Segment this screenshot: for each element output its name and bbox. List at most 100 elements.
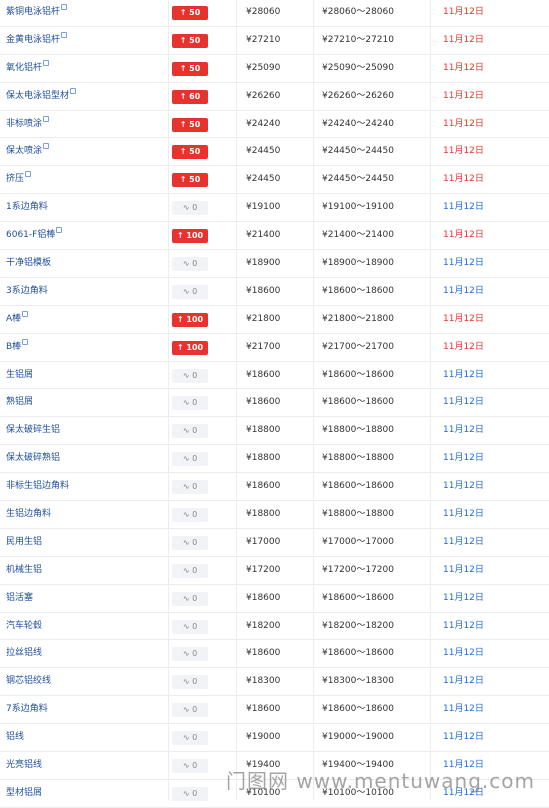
product-name-link[interactable]: 铝线 (6, 724, 24, 752)
product-name-link[interactable]: 民用生铝 (6, 529, 42, 557)
product-name-link[interactable]: 型材铝屑 (6, 780, 42, 808)
quote-date: 11月12日 (443, 202, 484, 213)
product-name-link[interactable]: 1系边角料 (6, 194, 48, 222)
table-row: 6061-F铝棒 ↑ 100 ¥21400 ¥21400～21400 11月12日 (0, 222, 549, 251)
product-name-link[interactable]: 保太电泳铝型材 (6, 83, 77, 111)
change-badge: ∿ 0 (172, 452, 208, 467)
product-name: 紫铜电泳铝杆 (6, 7, 61, 17)
product-name-link[interactable]: 7系边角料 (6, 696, 48, 724)
table-row: 汽车轮毂 ∿ 0 ¥18200 ¥18200～18200 11月12日 (0, 613, 549, 641)
average-price: ¥18600 (246, 592, 281, 603)
average-price: ¥21800 (246, 313, 281, 324)
price-range: ¥24450～24450 (322, 146, 394, 157)
product-name-link[interactable]: 氧化铝杆 (6, 55, 50, 83)
table-row: 生铝边角料 ∿ 0 ¥18800 ¥18800～18800 11月12日 (0, 501, 549, 529)
quote-date: 11月12日 (443, 564, 484, 575)
product-name-link[interactable]: 挤压 (6, 166, 32, 194)
product-name-link[interactable]: 金黄电泳铝杆 (6, 27, 68, 55)
product-name-link[interactable]: 生铝屑 (6, 362, 33, 390)
product-name: 铝活塞 (6, 592, 34, 603)
edit-icon (56, 227, 63, 234)
quote-date: 11月12日 (443, 536, 484, 547)
quote-date: 11月12日 (443, 7, 484, 17)
product-name-link[interactable]: 光亮铝线 (6, 752, 42, 780)
table-row: 熟铝屑 ∿ 0 ¥18600 ¥18600～18600 11月12日 (0, 389, 549, 418)
change-badge: ∿ 0 (172, 591, 208, 606)
change-badge: ∿ 0 (172, 257, 208, 272)
product-name: 7系边角料 (6, 704, 48, 715)
table-row: A棒 ↑ 100 ¥21800 ¥21800～21800 11月12日 (0, 306, 549, 334)
product-name-link[interactable]: 生铝边角料 (6, 501, 51, 529)
average-price: ¥17200 (246, 564, 281, 575)
change-badge: ↑ 50 (172, 61, 208, 76)
product-name-link[interactable]: 铝活塞 (6, 585, 33, 613)
product-name-link[interactable]: 机械生铝 (6, 557, 42, 585)
edit-icon (25, 171, 32, 178)
product-name: 干净铝模板 (6, 258, 52, 269)
change-badge: ∿ 0 (172, 675, 208, 690)
table-row: 3系边角料 ∿ 0 ¥18600 ¥18600～18600 11月12日 (0, 278, 549, 306)
quote-date: 11月12日 (443, 285, 484, 296)
product-name-link[interactable]: 保太破碎生铝 (6, 417, 60, 445)
product-name: 铝线 (6, 732, 25, 743)
change-badge: ∿ 0 (172, 759, 208, 774)
edit-icon (43, 143, 50, 150)
change-badge: ∿ 0 (172, 424, 208, 439)
table-row: 氧化铝杆 ↑ 50 ¥25090 ¥25090～25090 11月12日 (0, 55, 549, 83)
average-price: ¥18600 (246, 648, 281, 659)
product-name: 机械生铝 (6, 564, 43, 575)
quote-date: 11月12日 (443, 313, 484, 324)
edit-icon (61, 4, 68, 10)
quote-date: 11月12日 (443, 425, 484, 436)
product-name-link[interactable]: B棒 (6, 334, 29, 362)
product-name-link[interactable]: 拉丝铝线 (6, 640, 42, 668)
product-name: 民用生铝 (6, 536, 43, 547)
product-name-link[interactable]: 6061-F铝棒 (6, 222, 63, 250)
change-badge: ↑ 100 (172, 340, 208, 355)
price-range: ¥18800～18800 (322, 509, 394, 520)
change-badge: ∿ 0 (172, 480, 208, 495)
product-name-link[interactable]: 熟铝屑 (6, 389, 33, 417)
quote-date: 11月12日 (443, 34, 484, 45)
average-price: ¥18600 (246, 369, 281, 380)
product-name: A棒 (6, 313, 22, 324)
product-name: 熟铝屑 (6, 397, 34, 408)
watermark: 门图网 www.mentuwang.com (226, 769, 535, 793)
product-name-link[interactable]: 保太破碎熟铝 (6, 445, 60, 473)
table-row: 民用生铝 ∿ 0 ¥17000 ¥17000～17000 11月12日 (0, 529, 549, 557)
change-badge: ∿ 0 (172, 284, 208, 299)
table-row: 保太破碎生铝 ∿ 0 ¥18800 ¥18800～18800 11月12日 (0, 417, 549, 446)
product-name-link[interactable]: 非标生铝边角料 (6, 473, 69, 501)
product-name-link[interactable]: 保太喷涂 (6, 138, 50, 166)
quote-date: 11月12日 (443, 453, 484, 464)
average-price: ¥19000 (246, 732, 281, 743)
product-name: 钢芯铝绞线 (6, 676, 52, 687)
product-name-link[interactable]: 非标喷涂 (6, 111, 50, 139)
change-badge: ↑ 50 (172, 6, 208, 20)
table-row: 7系边角料 ∿ 0 ¥18600 ¥18600～18600 11月12日 (0, 696, 549, 725)
quote-date: 11月12日 (443, 509, 484, 520)
product-name: 金黄电泳铝杆 (6, 34, 61, 45)
product-name: 生铝边角料 (6, 509, 52, 520)
quote-date: 11月12日 (443, 397, 484, 408)
quote-date: 11月12日 (443, 258, 484, 269)
average-price: ¥18300 (246, 676, 281, 687)
average-price: ¥18800 (246, 453, 281, 464)
average-price: ¥18600 (246, 285, 281, 296)
product-name-link[interactable]: A棒 (6, 306, 29, 334)
edit-icon (70, 87, 77, 94)
product-name-link[interactable]: 紫铜电泳铝杆 (6, 0, 68, 27)
change-badge: ∿ 0 (172, 368, 208, 383)
table-row: 机械生铝 ∿ 0 ¥17200 ¥17200～17200 11月12日 (0, 557, 549, 585)
average-price: ¥25090 (246, 62, 281, 73)
quote-date: 11月12日 (443, 481, 484, 492)
product-name-link[interactable]: 干净铝模板 (6, 250, 51, 278)
product-name-link[interactable]: 3系边角料 (6, 278, 48, 306)
table-row: 挤压 ↑ 50 ¥24450 ¥24450～24450 11月12日 (0, 166, 549, 195)
product-name: 汽车轮毂 (6, 620, 43, 631)
product-name: 光亮铝线 (6, 760, 43, 771)
price-range: ¥25090～25090 (322, 62, 394, 73)
product-name-link[interactable]: 汽车轮毂 (6, 613, 42, 641)
product-name-link[interactable]: 钢芯铝绞线 (6, 668, 51, 696)
average-price: ¥18600 (246, 397, 281, 408)
